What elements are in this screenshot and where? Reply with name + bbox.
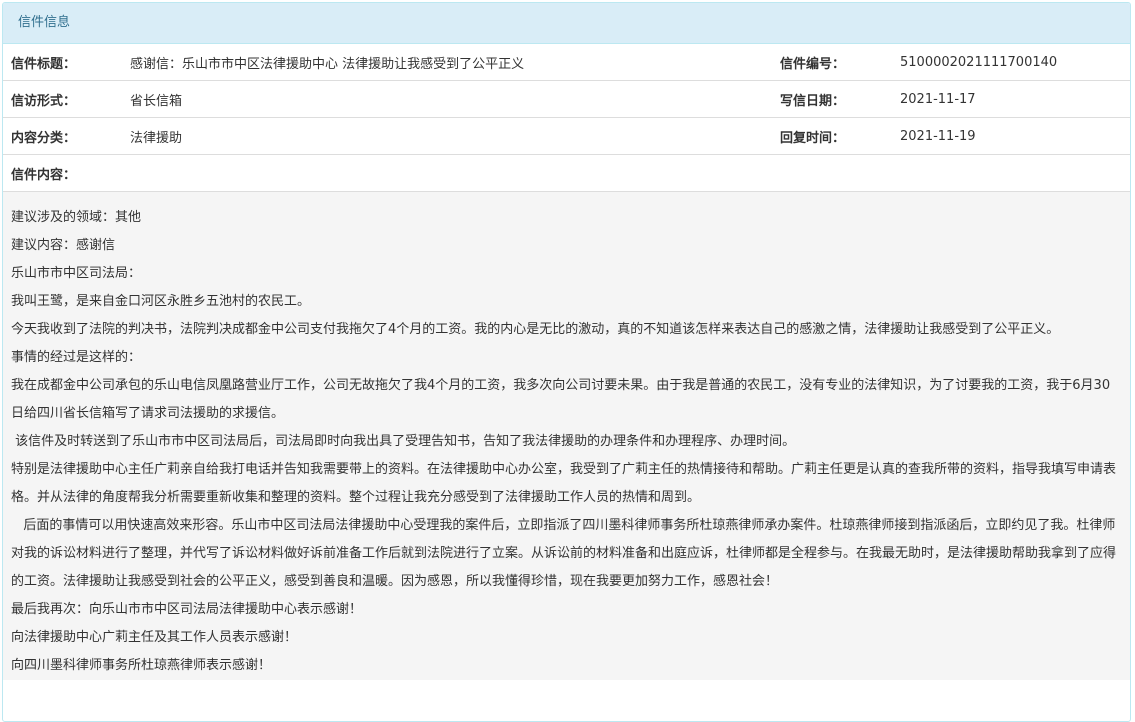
letter-info-table: 信件标题： 感谢信：乐山市市中区法律援助中心 法律援助让我感受到了公平正义 信件…: [3, 44, 1130, 192]
content-paragraph: 我叫王鹭，是来自金口河区永胜乡五池村的农民工。: [11, 294, 311, 309]
content-paragraph: 后面的事情可以用快速高效来形容。乐山市中区司法局法律援助中心受理我的案件后，立即…: [11, 518, 1117, 589]
reply-value: 2021-11-19: [892, 117, 1130, 155]
content-paragraph: 乐山市市中区司法局：: [11, 266, 142, 281]
content-paragraph: 该信件及时转送到了乐山市市中区司法局后，司法局即时向我出具了受理告知书，告知了我…: [11, 434, 796, 449]
category-value: 法律援助: [122, 117, 772, 155]
letter-content: 建议涉及的领域：其他 建议内容：感谢信 乐山市市中区司法局： 我叫王鹭，是来自金…: [3, 192, 1130, 680]
date-value: 2021-11-17: [892, 80, 1130, 118]
content-label: 信件内容：: [3, 154, 122, 192]
content-paragraph: 向法律援助中心广莉主任及其工作人员表示感谢！: [11, 630, 298, 645]
form-label: 信访形式：: [3, 80, 122, 118]
title-value: 感谢信：乐山市市中区法律援助中心 法律援助让我感受到了公平正义: [122, 44, 772, 81]
content-paragraph: 今天我收到了法院的判决书，法院判决成都金中公司支付我拖欠了4个月的工资。我的内心…: [11, 322, 1060, 337]
content-paragraph: 建议涉及的领域：其他: [11, 210, 142, 225]
content-paragraph: 最后我再次：向乐山市市中区司法局法律援助中心表示感谢！: [11, 602, 363, 617]
content-paragraph: 向四川墨科律师事务所杜琼燕律师表示感谢！: [11, 658, 272, 673]
number-label: 信件编号：: [772, 44, 892, 81]
title-label: 信件标题：: [3, 44, 122, 81]
content-paragraph: 特别是法律援助中心主任广莉亲自给我打电话并告知我需要带上的资料。在法律援助中心办…: [11, 462, 1117, 505]
info-row-title: 信件标题： 感谢信：乐山市市中区法律援助中心 法律援助让我感受到了公平正义 信件…: [3, 44, 1130, 81]
letter-info-panel: 信件信息 信件标题： 感谢信：乐山市市中区法律援助中心 法律援助让我感受到了公平…: [2, 2, 1131, 722]
info-row-content: 信件内容：: [3, 154, 1130, 192]
content-label-spacer: [122, 154, 1130, 192]
number-value: 5100002021111700140: [892, 44, 1130, 81]
reply-label: 回复时间：: [772, 117, 892, 155]
panel-title: 信件信息: [3, 3, 1130, 44]
form-value: 省长信箱: [122, 80, 772, 118]
info-row-category: 内容分类： 法律援助 回复时间： 2021-11-19: [3, 117, 1130, 155]
info-row-form: 信访形式： 省长信箱 写信日期： 2021-11-17: [3, 80, 1130, 118]
content-paragraph: 建议内容：感谢信: [11, 238, 116, 253]
category-label: 内容分类：: [3, 117, 122, 155]
content-paragraph: 事情的经过是这样的：: [11, 350, 142, 365]
content-paragraph: 我在成都金中公司承包的乐山电信凤凰路营业厅工作，公司无故拖欠了我4个月的工资，我…: [11, 378, 1111, 421]
date-label: 写信日期：: [772, 80, 892, 118]
